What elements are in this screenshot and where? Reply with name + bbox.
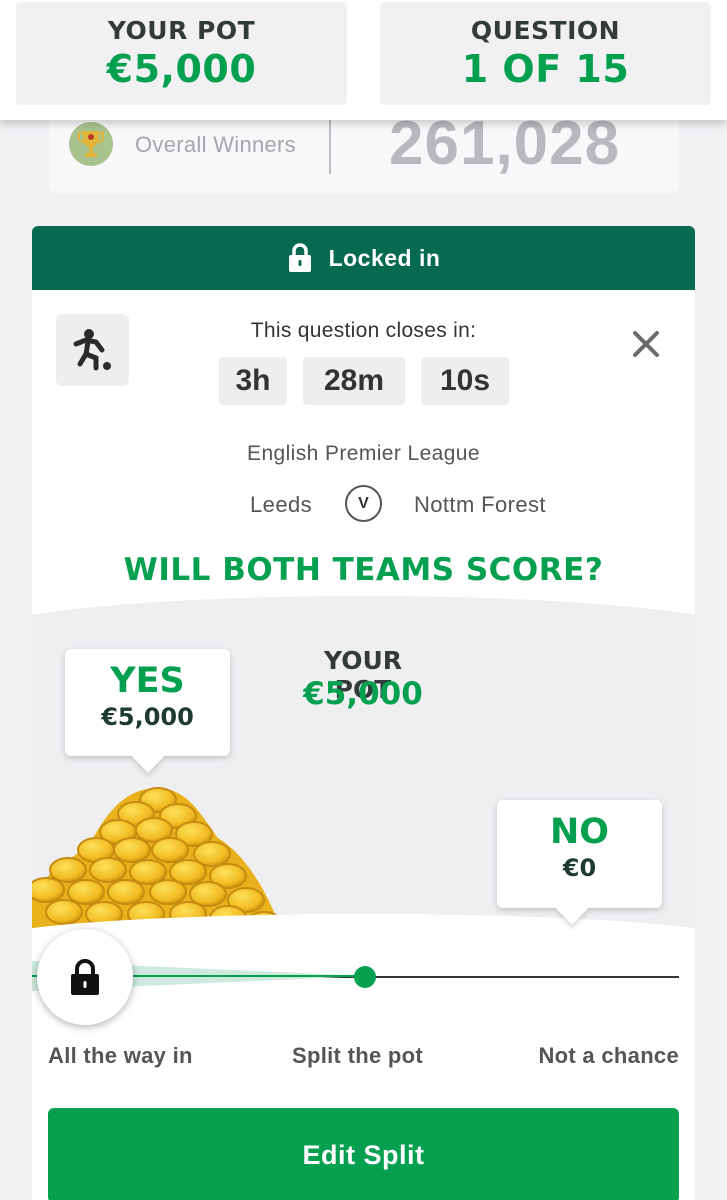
locked-in-banner: Locked in: [32, 226, 695, 290]
home-team: Leeds: [250, 492, 312, 517]
question-counter-box: QUESTION 1 OF 15: [380, 2, 711, 105]
pot-split-area: YOUR POT €5,000 YES €5,000 NO €0: [32, 596, 695, 956]
overall-winners-card: Overall Winners 261,028: [49, 109, 679, 193]
slider-midpoint-knob[interactable]: [354, 966, 376, 988]
question-title: WILL BOTH TEAMS SCORE?: [123, 552, 604, 588]
closes-in-label: This question closes in:: [250, 319, 477, 342]
timer-minutes: 28m: [303, 357, 405, 405]
yes-amount-bubble: YES €5,000: [65, 649, 230, 756]
divider: [329, 118, 331, 174]
locked-in-label: Locked in: [328, 244, 441, 271]
your-pot-box: YOUR POT €5,000: [16, 2, 347, 105]
no-amount-bubble: NO €0: [497, 800, 662, 908]
versus-badge: V: [345, 485, 382, 522]
slider-label-all-in: All the way in: [48, 1043, 193, 1068]
away-team: Nottm Forest: [414, 492, 546, 517]
question-counter-value: 1 OF 15: [461, 47, 630, 91]
no-label: NO: [549, 812, 610, 852]
split-pot-value: €5,000: [303, 676, 423, 712]
timer-hours: 3h: [219, 357, 287, 405]
trophy-icon: [69, 122, 113, 166]
your-pot-label: YOUR POT: [107, 16, 256, 45]
close-icon[interactable]: [628, 326, 664, 362]
lock-icon: [287, 243, 313, 273]
edit-split-button[interactable]: Edit Split: [48, 1108, 679, 1200]
edit-split-label: Edit Split: [302, 1139, 425, 1170]
yes-amount: €5,000: [101, 703, 194, 731]
sticky-header: YOUR POT €5,000 QUESTION 1 OF 15: [0, 0, 727, 120]
question-counter-label: QUESTION: [470, 16, 621, 45]
countdown-timer: 3h 28m 10s: [219, 357, 509, 405]
question-card: Locked in This question closes in: 3h 28…: [32, 226, 695, 1200]
slider-label-split: Split the pot: [292, 1043, 423, 1068]
no-amount: €0: [562, 854, 597, 882]
league-name: English Premier League: [247, 442, 480, 465]
slider-lock-handle[interactable]: [37, 929, 133, 1025]
timer-seconds: 10s: [421, 357, 509, 405]
your-pot-value: €5,000: [106, 47, 257, 91]
overall-winners-label: Overall Winners: [135, 132, 296, 157]
slider-label-no-chance: Not a chance: [538, 1043, 679, 1068]
yes-label: YES: [110, 661, 185, 701]
